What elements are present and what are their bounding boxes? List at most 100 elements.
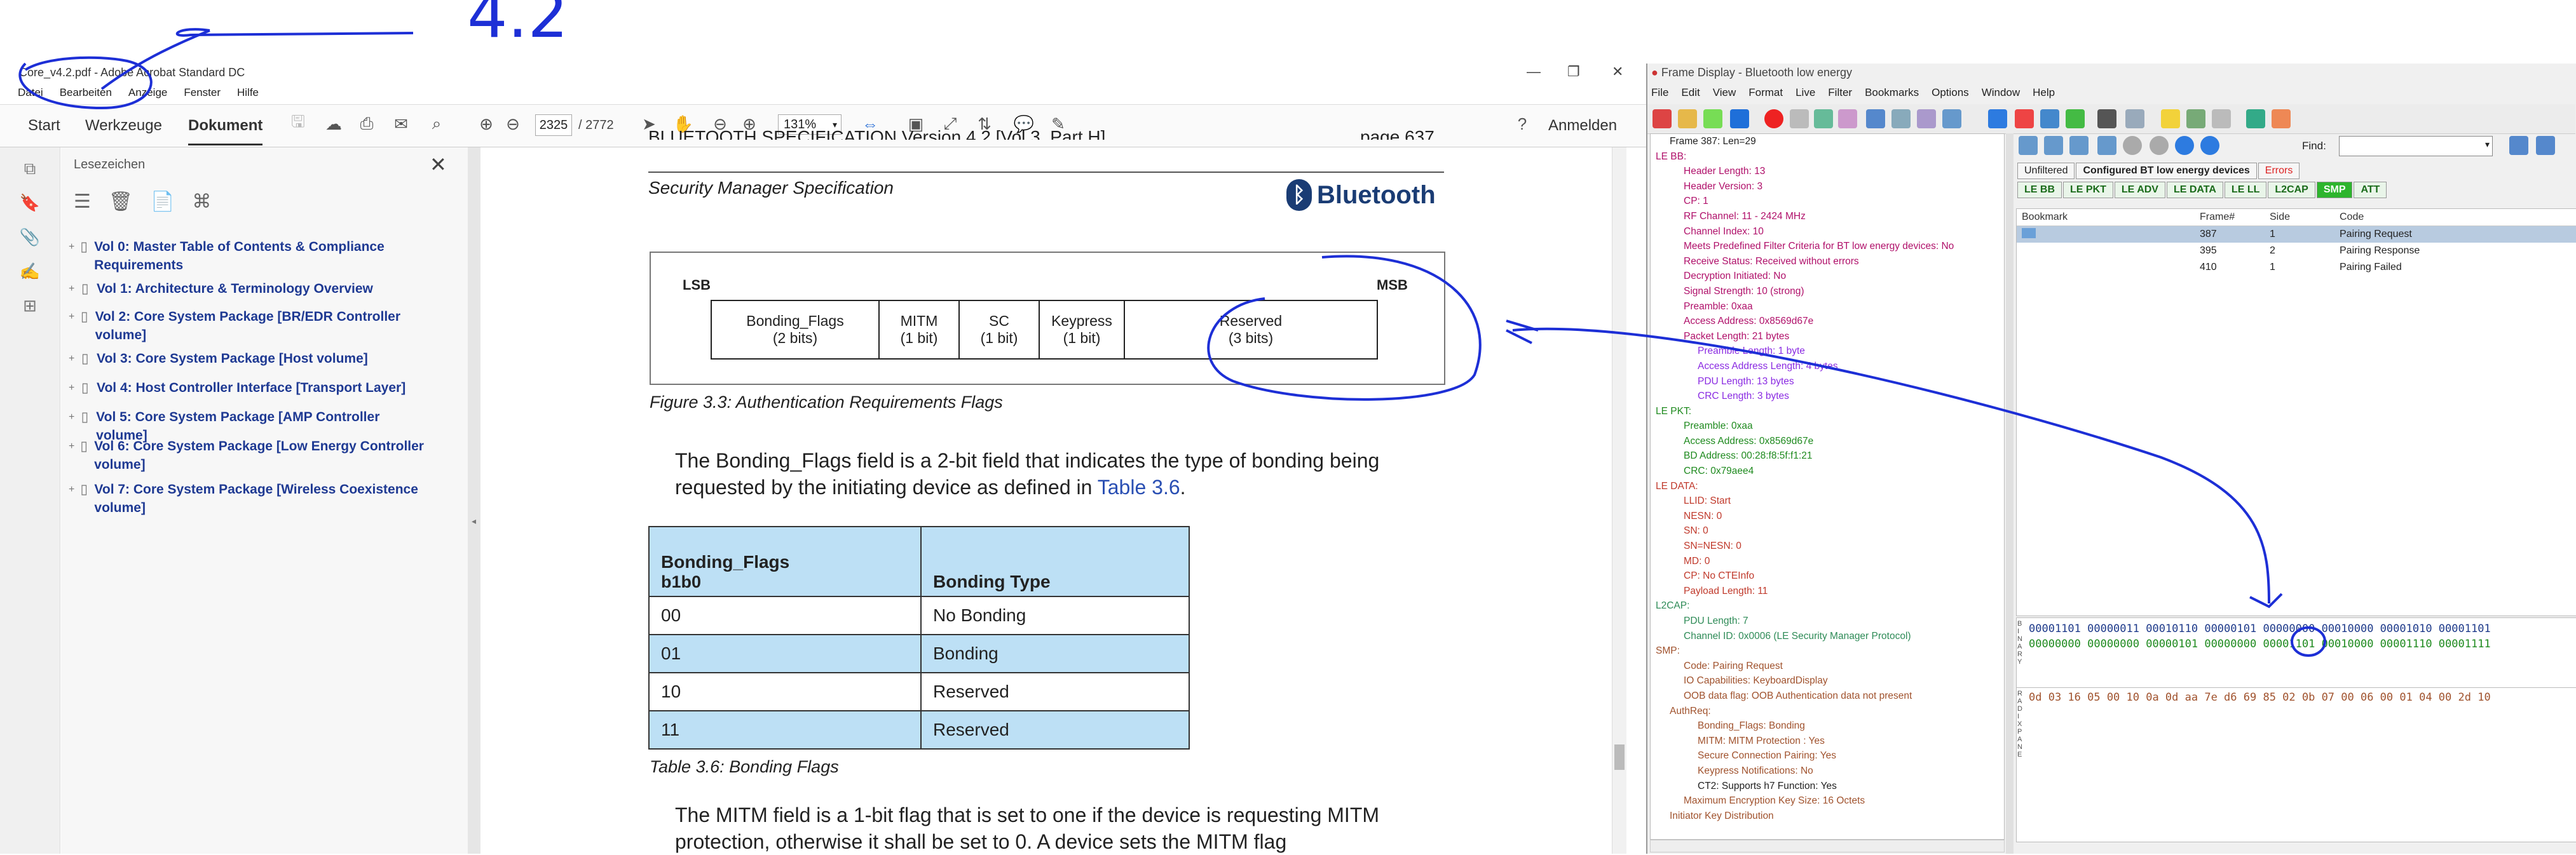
tab-le-ll[interactable]: LE LL (2224, 182, 2267, 198)
tree-node[interactable]: AuthReq: (1651, 704, 2004, 719)
menu-datei[interactable]: Datei (18, 86, 43, 99)
tree-node[interactable]: NESN: 0 (1651, 509, 2004, 524)
tree-node[interactable]: IO Capabilities: KeyboardDisplay (1651, 673, 2004, 689)
tab-l2cap[interactable]: L2CAP (2268, 182, 2315, 198)
tree-node[interactable]: Decryption Initiated: No (1651, 269, 2004, 284)
new-bookmark-icon[interactable]: 📄 (151, 191, 174, 213)
options-icon[interactable]: ☰ (74, 191, 91, 213)
tree-node[interactable]: Keypress Notifications: No (1651, 764, 2004, 779)
bookmark-item[interactable]: + ▯ Vol 6: Core System Package [Low Energy… (69, 437, 425, 474)
tab-start[interactable]: Start (28, 117, 60, 135)
upload-icon[interactable]: ☁ (323, 113, 344, 135)
decode-tree[interactable]: Frame 387: Len=29 LE BB: Header Length: 13… (1650, 133, 2005, 840)
expand-icon[interactable]: + (69, 279, 76, 298)
bookmark-item[interactable]: + ▯ Vol 4: Host Controller Interface [Tran… (69, 379, 425, 397)
expand-icon[interactable]: + (69, 349, 76, 368)
menu-filter[interactable]: Filter (1828, 86, 1852, 99)
tree-node[interactable]: LE BB: (1651, 149, 2004, 165)
nav-last-icon[interactable] (2200, 136, 2219, 155)
close-panel-icon[interactable]: ✕ (430, 152, 447, 177)
help-icon[interactable]: ? (1511, 113, 1533, 135)
menu-hilfe[interactable]: Hilfe (237, 86, 259, 99)
stack-icon[interactable] (2040, 109, 2059, 128)
tree-node[interactable]: CP: 1 (1651, 194, 2004, 209)
zoom-icon[interactable] (1866, 109, 1885, 128)
tab-errors[interactable]: Errors (2258, 163, 2300, 179)
tab-att[interactable]: ATT (2354, 182, 2387, 198)
tree-node[interactable]: Channel Index: 10 (1651, 224, 2004, 239)
bookmark-item[interactable]: + ▯ Vol 3: Core System Package [Host volum… (69, 349, 425, 368)
stop-icon[interactable] (1790, 109, 1809, 128)
tab-dokument[interactable]: Dokument (188, 117, 263, 145)
menu-edit[interactable]: Edit (1681, 86, 1700, 99)
tree-node[interactable]: CP: No CTEInfo (1651, 569, 2004, 584)
tree-node[interactable]: CRC: 0x79aee4 (1651, 464, 2004, 479)
tab-le-pkt[interactable]: LE PKT (2063, 182, 2113, 198)
tool-icon[interactable] (1730, 109, 1749, 128)
tab-le-bb[interactable]: LE BB (2017, 182, 2062, 198)
tree-node[interactable]: Access Address: 0x8569d67e (1651, 314, 2004, 329)
close-icon[interactable]: ✕ (1612, 64, 1623, 80)
tree-node[interactable]: Preamble: 0xaa (1651, 299, 2004, 314)
bookmark-item[interactable]: + ▯ Vol 7: Core System Package [Wireless C… (69, 480, 425, 517)
minimize-icon[interactable]: — (1527, 64, 1541, 80)
tree-node[interactable]: Bonding_Flags: Bonding (1651, 718, 2004, 734)
grid-icon[interactable] (1917, 109, 1936, 128)
page-down-icon[interactable]: ⊖ (502, 113, 524, 135)
expand-bookmark-icon[interactable]: ⌘ (192, 191, 211, 213)
layers-icon[interactable] (1814, 109, 1833, 128)
split-icon[interactable] (2125, 109, 2144, 128)
table-link[interactable]: Table 3.6 (1098, 476, 1180, 499)
refresh-icon[interactable] (2066, 109, 2085, 128)
expand-icon[interactable]: + (69, 379, 76, 397)
pages-icon[interactable]: ⧉ (19, 159, 41, 180)
nav-first-icon[interactable] (2123, 136, 2142, 155)
tree-node[interactable]: Frame 387: Len=29 (1651, 134, 2004, 149)
table-row[interactable]: 395 2 Pairing Response (2017, 243, 2576, 259)
tree-node[interactable]: Meets Predefined Filter Criteria for BT … (1651, 239, 2004, 254)
expand-icon[interactable]: + (69, 437, 75, 474)
tree-node[interactable]: Receive Status: Received without errors (1651, 254, 2004, 269)
tree-node[interactable]: SMP: (1651, 643, 2004, 659)
menu-anzeige[interactable]: Anzeige (128, 86, 167, 99)
radix-pane[interactable] (2016, 687, 2576, 842)
tree-node[interactable]: SN=NESN: 0 (1651, 539, 2004, 554)
nav-next-icon[interactable] (2175, 136, 2194, 155)
tree-node[interactable]: Header Length: 13 (1651, 164, 2004, 179)
pane-layout-icon[interactable] (2097, 136, 2116, 155)
search-icon[interactable]: ⌕ (426, 113, 447, 135)
binoculars-icon[interactable] (2097, 109, 2116, 128)
tree-hscroll[interactable] (1650, 840, 2005, 852)
tab-unfiltered[interactable]: Unfiltered (2017, 163, 2075, 179)
sign-in-button[interactable]: Anmelden (1548, 117, 1617, 135)
tree-node[interactable]: BD Address: 00:28:f8:5f:f1:21 (1651, 448, 2004, 464)
tab-werkzeuge[interactable]: Werkzeuge (85, 117, 162, 135)
bookmark-add-icon[interactable] (2161, 109, 2180, 128)
panel-splitter[interactable]: ◂ (468, 147, 480, 854)
layers-icon[interactable]: ⊞ (19, 296, 41, 318)
print-icon[interactable]: ⎙ (356, 113, 378, 135)
tree-node[interactable]: Payload Length: 11 (1651, 584, 2004, 599)
tree-node[interactable]: Preamble: 0xaa (1651, 419, 2004, 434)
page-number-input[interactable]: 2325 (535, 114, 572, 136)
tree-node[interactable]: PDU Length: 13 bytes (1651, 374, 2004, 389)
menu-live[interactable]: Live (1796, 86, 1815, 99)
table-row[interactable]: 387 1 Pairing Request (2017, 226, 2576, 243)
bookmark-edit-icon[interactable] (2186, 109, 2205, 128)
menu-help[interactable]: Help (2033, 86, 2055, 99)
tree-node[interactable]: Maximum Encryption Key Size: 16 Octets (1651, 793, 2004, 809)
tree-node[interactable]: Channel ID: 0x0006 (LE Security Manager … (1651, 629, 2004, 644)
find-input[interactable]: ▾ (2339, 136, 2493, 156)
columns-icon[interactable] (1891, 109, 1911, 128)
scrollbar-thumb[interactable] (1614, 744, 1625, 770)
tree-node[interactable]: Access Address: 0x8569d67e (1651, 434, 2004, 449)
tree-node[interactable]: LE DATA: (1651, 479, 2004, 494)
tab-le-adv[interactable]: LE ADV (2114, 182, 2165, 198)
menu-file[interactable]: File (1651, 86, 1668, 99)
tree-node[interactable]: MD: 0 (1651, 554, 2004, 569)
menu-view[interactable]: View (1713, 86, 1736, 99)
tree-node[interactable]: OOB data flag: OOB Authentication data n… (1651, 689, 2004, 704)
tab-le-data[interactable]: LE DATA (2166, 182, 2223, 198)
column-header[interactable]: Frame# (2200, 212, 2270, 223)
tree-node[interactable]: PDU Length: 7 (1651, 614, 2004, 629)
